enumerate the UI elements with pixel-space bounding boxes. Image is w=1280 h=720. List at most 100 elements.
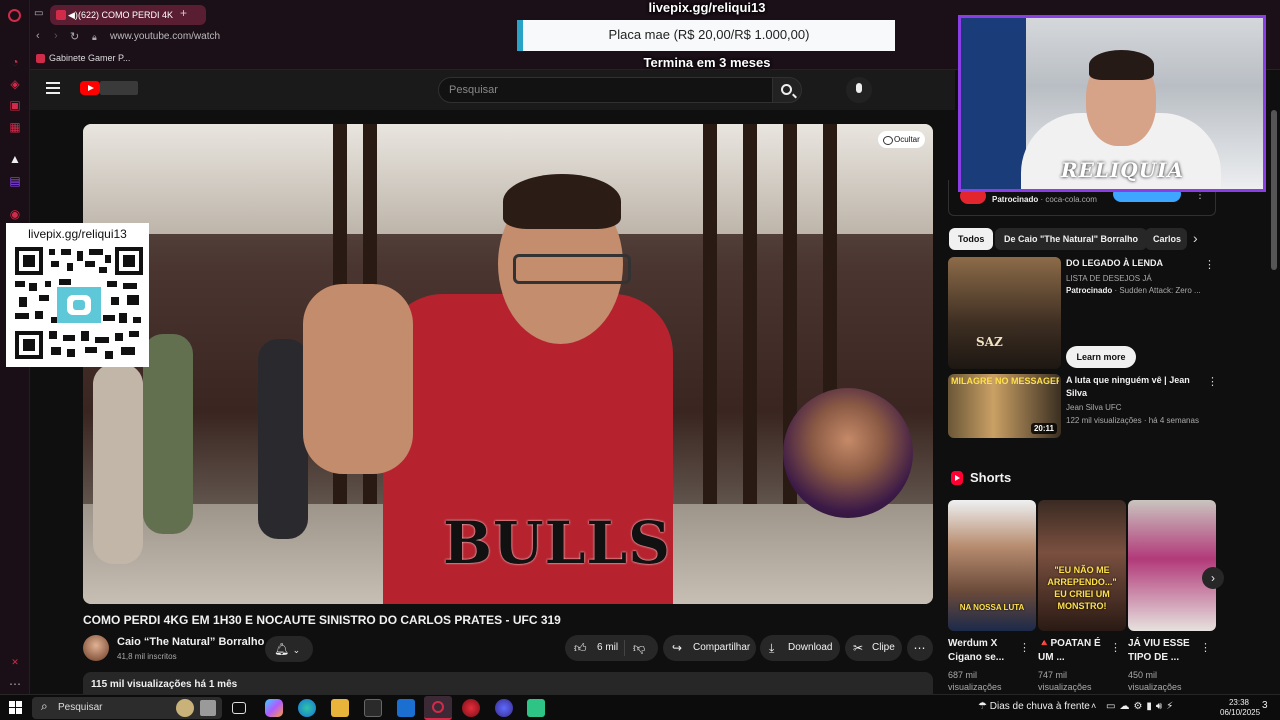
app-icon[interactable] — [462, 699, 480, 717]
video-frame-subject-glasses — [513, 254, 631, 284]
system-tray[interactable]: ▭☁⚙▮🔊︎⚡ — [1106, 701, 1177, 712]
discord-icon[interactable] — [495, 699, 513, 717]
page-scrollbar[interactable] — [1271, 110, 1277, 270]
youtube-logo-icon[interactable] — [80, 81, 100, 95]
chevron-up-icon[interactable]: ˄ — [1091, 701, 1096, 711]
short-menu-icon[interactable]: ⋮ — [1019, 641, 1030, 654]
rec-title[interactable]: DO LEGADO À LENDA — [1066, 257, 1196, 270]
share-icon: ↪ — [672, 641, 683, 655]
chip-channel[interactable]: De Caio "The Natural" Borralho — [995, 228, 1148, 250]
bookmark-item[interactable]: Gabinete Gamer P... — [36, 53, 131, 64]
video-frame-subject-hand — [303, 284, 413, 474]
more-icon[interactable]: ⋯ — [8, 677, 22, 691]
goal-text: Placa mae (R$ 20,00/R$ 1.000,00) — [608, 27, 810, 42]
url-field[interactable]: www.youtube.com/watch — [110, 31, 220, 42]
file-explorer-icon[interactable] — [331, 699, 349, 717]
twitch-icon[interactable]: ▤ — [8, 174, 22, 188]
search-input[interactable] — [449, 78, 749, 102]
share-button[interactable]: ↪ Compartilhar — [663, 635, 756, 661]
video-player[interactable]: BULLS — [83, 124, 933, 604]
youtube-favicon-icon — [56, 10, 66, 20]
sidebar-app-icon[interactable]: ◈ — [8, 77, 22, 91]
learn-more-button[interactable]: Learn more — [1066, 346, 1136, 368]
short-views: 450 mil visualizações — [1128, 670, 1182, 692]
clock-time[interactable]: 23:38 — [1222, 698, 1256, 707]
new-tab-button[interactable]: + — [180, 6, 187, 20]
back-icon[interactable]: ‹ — [36, 30, 40, 42]
like-divider — [624, 640, 625, 656]
ad-thumbnail[interactable]: SAZ — [948, 257, 1061, 369]
short-menu-icon[interactable]: ⋮ — [1110, 641, 1121, 654]
thumbs-down-icon[interactable]: 👎︎ — [633, 635, 645, 661]
sidebar-app-icon[interactable]: ▲ — [8, 152, 22, 166]
youtube-header — [30, 70, 955, 110]
short-title[interactable]: Werdum X Cigano se... — [948, 637, 1018, 665]
chip-carlos[interactable]: Carlos — [1145, 228, 1187, 250]
short-title[interactable]: 🔺POATAN É UM ... — [1038, 637, 1108, 665]
bookmark-label: Gabinete Gamer P... — [49, 53, 131, 63]
sponsored-line: Patrocinado · coca-cola.com — [992, 195, 1097, 204]
speaker-icon[interactable]: ◀) — [68, 5, 78, 25]
hamburger-menu-icon[interactable] — [46, 82, 60, 94]
video-frame-subject-hair — [503, 174, 621, 229]
taskbar-search[interactable]: ⌕ Pesquisar — [32, 697, 222, 719]
windows-start-icon[interactable] — [9, 701, 22, 714]
chip-all[interactable]: Todos — [949, 228, 994, 250]
download-button[interactable]: ⤓ Download — [760, 635, 840, 661]
chevron-down-icon: ⌄ — [292, 645, 301, 655]
voice-search-button[interactable] — [846, 77, 872, 103]
rec-menu-icon[interactable]: ⋮ — [1207, 375, 1218, 388]
clip-button[interactable]: ✂ Clipe — [845, 635, 902, 661]
tab-list-icon[interactable]: ▭ — [34, 8, 43, 19]
opera-logo-icon[interactable] — [8, 9, 21, 22]
sidebar-app-icon[interactable]: ▦ — [8, 120, 22, 134]
short-menu-icon[interactable]: ⋮ — [1200, 641, 1211, 654]
short-thumbnail[interactable]: NA NOSSA LUTA — [948, 500, 1036, 631]
search-button[interactable] — [772, 77, 802, 103]
outlook-icon[interactable] — [397, 699, 415, 717]
channel-avatar[interactable] — [83, 635, 109, 661]
opera-taskbar-icon[interactable] — [424, 696, 452, 720]
copilot-icon[interactable] — [265, 699, 283, 717]
youtube-wordmark[interactable] — [100, 81, 138, 95]
sidebar-app-icon[interactable]: ◔ — [8, 55, 22, 69]
ad-thumbnail-text: SAZ — [976, 335, 1003, 349]
short-thumbnail[interactable] — [1128, 500, 1216, 631]
rec-sponsor-line: Patrocinado · Sudden Attack: Zero ... — [1066, 286, 1201, 295]
chevron-right-icon[interactable]: › — [1193, 230, 1198, 246]
download-label: Download — [788, 642, 833, 653]
weather-widget[interactable]: ☂ Dias de chuva à frente — [978, 701, 1090, 712]
sidebar-app-icon[interactable]: ▣ — [8, 98, 22, 112]
notification-bell-button[interactable]: 🔔︎ ⌄ — [265, 636, 313, 662]
clock-date[interactable]: 06/10/2025 — [1220, 708, 1260, 717]
rec-title[interactable]: A luta que ninguém vê | Jean Silva — [1066, 374, 1196, 400]
like-button[interactable]: 👍︎ 6 mil 👎︎ — [565, 635, 658, 661]
taskbar-search-placeholder: Pesquisar — [58, 702, 103, 713]
short-title[interactable]: JÁ VIU ESSE TIPO DE ... — [1128, 637, 1198, 665]
sidebar-app-icon[interactable]: ◉ — [8, 207, 22, 221]
qr-code — [15, 247, 143, 359]
channel-name[interactable]: Caio “The Natural” Borralho — [117, 636, 264, 648]
store-icon[interactable] — [364, 699, 382, 717]
notification-badge[interactable]: 3 — [1262, 700, 1268, 711]
rec-channel[interactable]: Jean Silva UFC — [1066, 402, 1122, 414]
reload-icon[interactable]: ↻ — [70, 30, 79, 43]
search-highlight-icon — [176, 699, 194, 717]
edge-icon[interactable] — [298, 699, 316, 717]
more-actions-button[interactable]: ⋯ — [907, 635, 933, 661]
rec-thumbnail[interactable]: MILAGRE NO MESSAGER 20:11 — [948, 374, 1061, 438]
bookmark-favicon-icon — [36, 54, 45, 64]
shorts-next-button[interactable]: › — [1202, 567, 1224, 589]
hide-overlay-button[interactable]: Ocultar — [878, 131, 925, 148]
app-icon[interactable] — [527, 699, 545, 717]
search-icon — [781, 84, 792, 95]
donation-qr-panel: livepix.gg/reliqui13 — [6, 223, 149, 367]
sidebar-app-icon[interactable]: ✕ — [8, 655, 22, 669]
video-frame-bystander — [93, 364, 143, 564]
task-view-icon[interactable] — [232, 702, 246, 714]
webcam-overlay: RELIQUIA — [958, 15, 1266, 192]
rec-menu-icon[interactable]: ⋮ — [1204, 258, 1215, 271]
forward-icon[interactable]: › — [54, 30, 58, 42]
taskbar: ⌕ Pesquisar ☂ Dias de chuva à frente ˄ ▭… — [0, 694, 1280, 720]
short-thumbnail[interactable]: "EU NÃO ME ARREPENDO..." EU CRIEI UM MON… — [1038, 500, 1126, 631]
